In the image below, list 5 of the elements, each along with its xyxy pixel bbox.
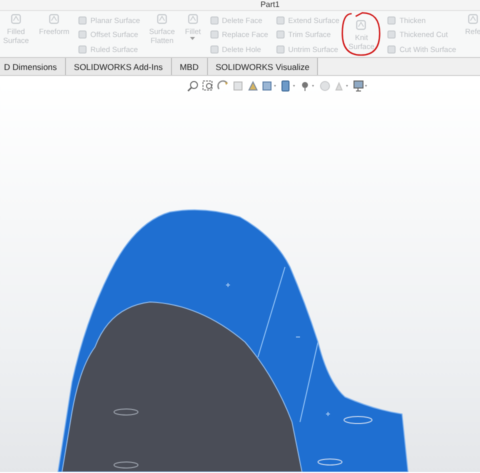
ribbon-tab[interactable]: MBD [172,58,208,75]
window-title: Part1 [260,0,280,10]
ribbon-tab[interactable]: D Dimensions [0,58,66,75]
ribbon-tab[interactable]: SOLIDWORKS Add-Ins [66,58,172,75]
ribbon-tab[interactable]: SOLIDWORKS Visualize [208,58,318,75]
